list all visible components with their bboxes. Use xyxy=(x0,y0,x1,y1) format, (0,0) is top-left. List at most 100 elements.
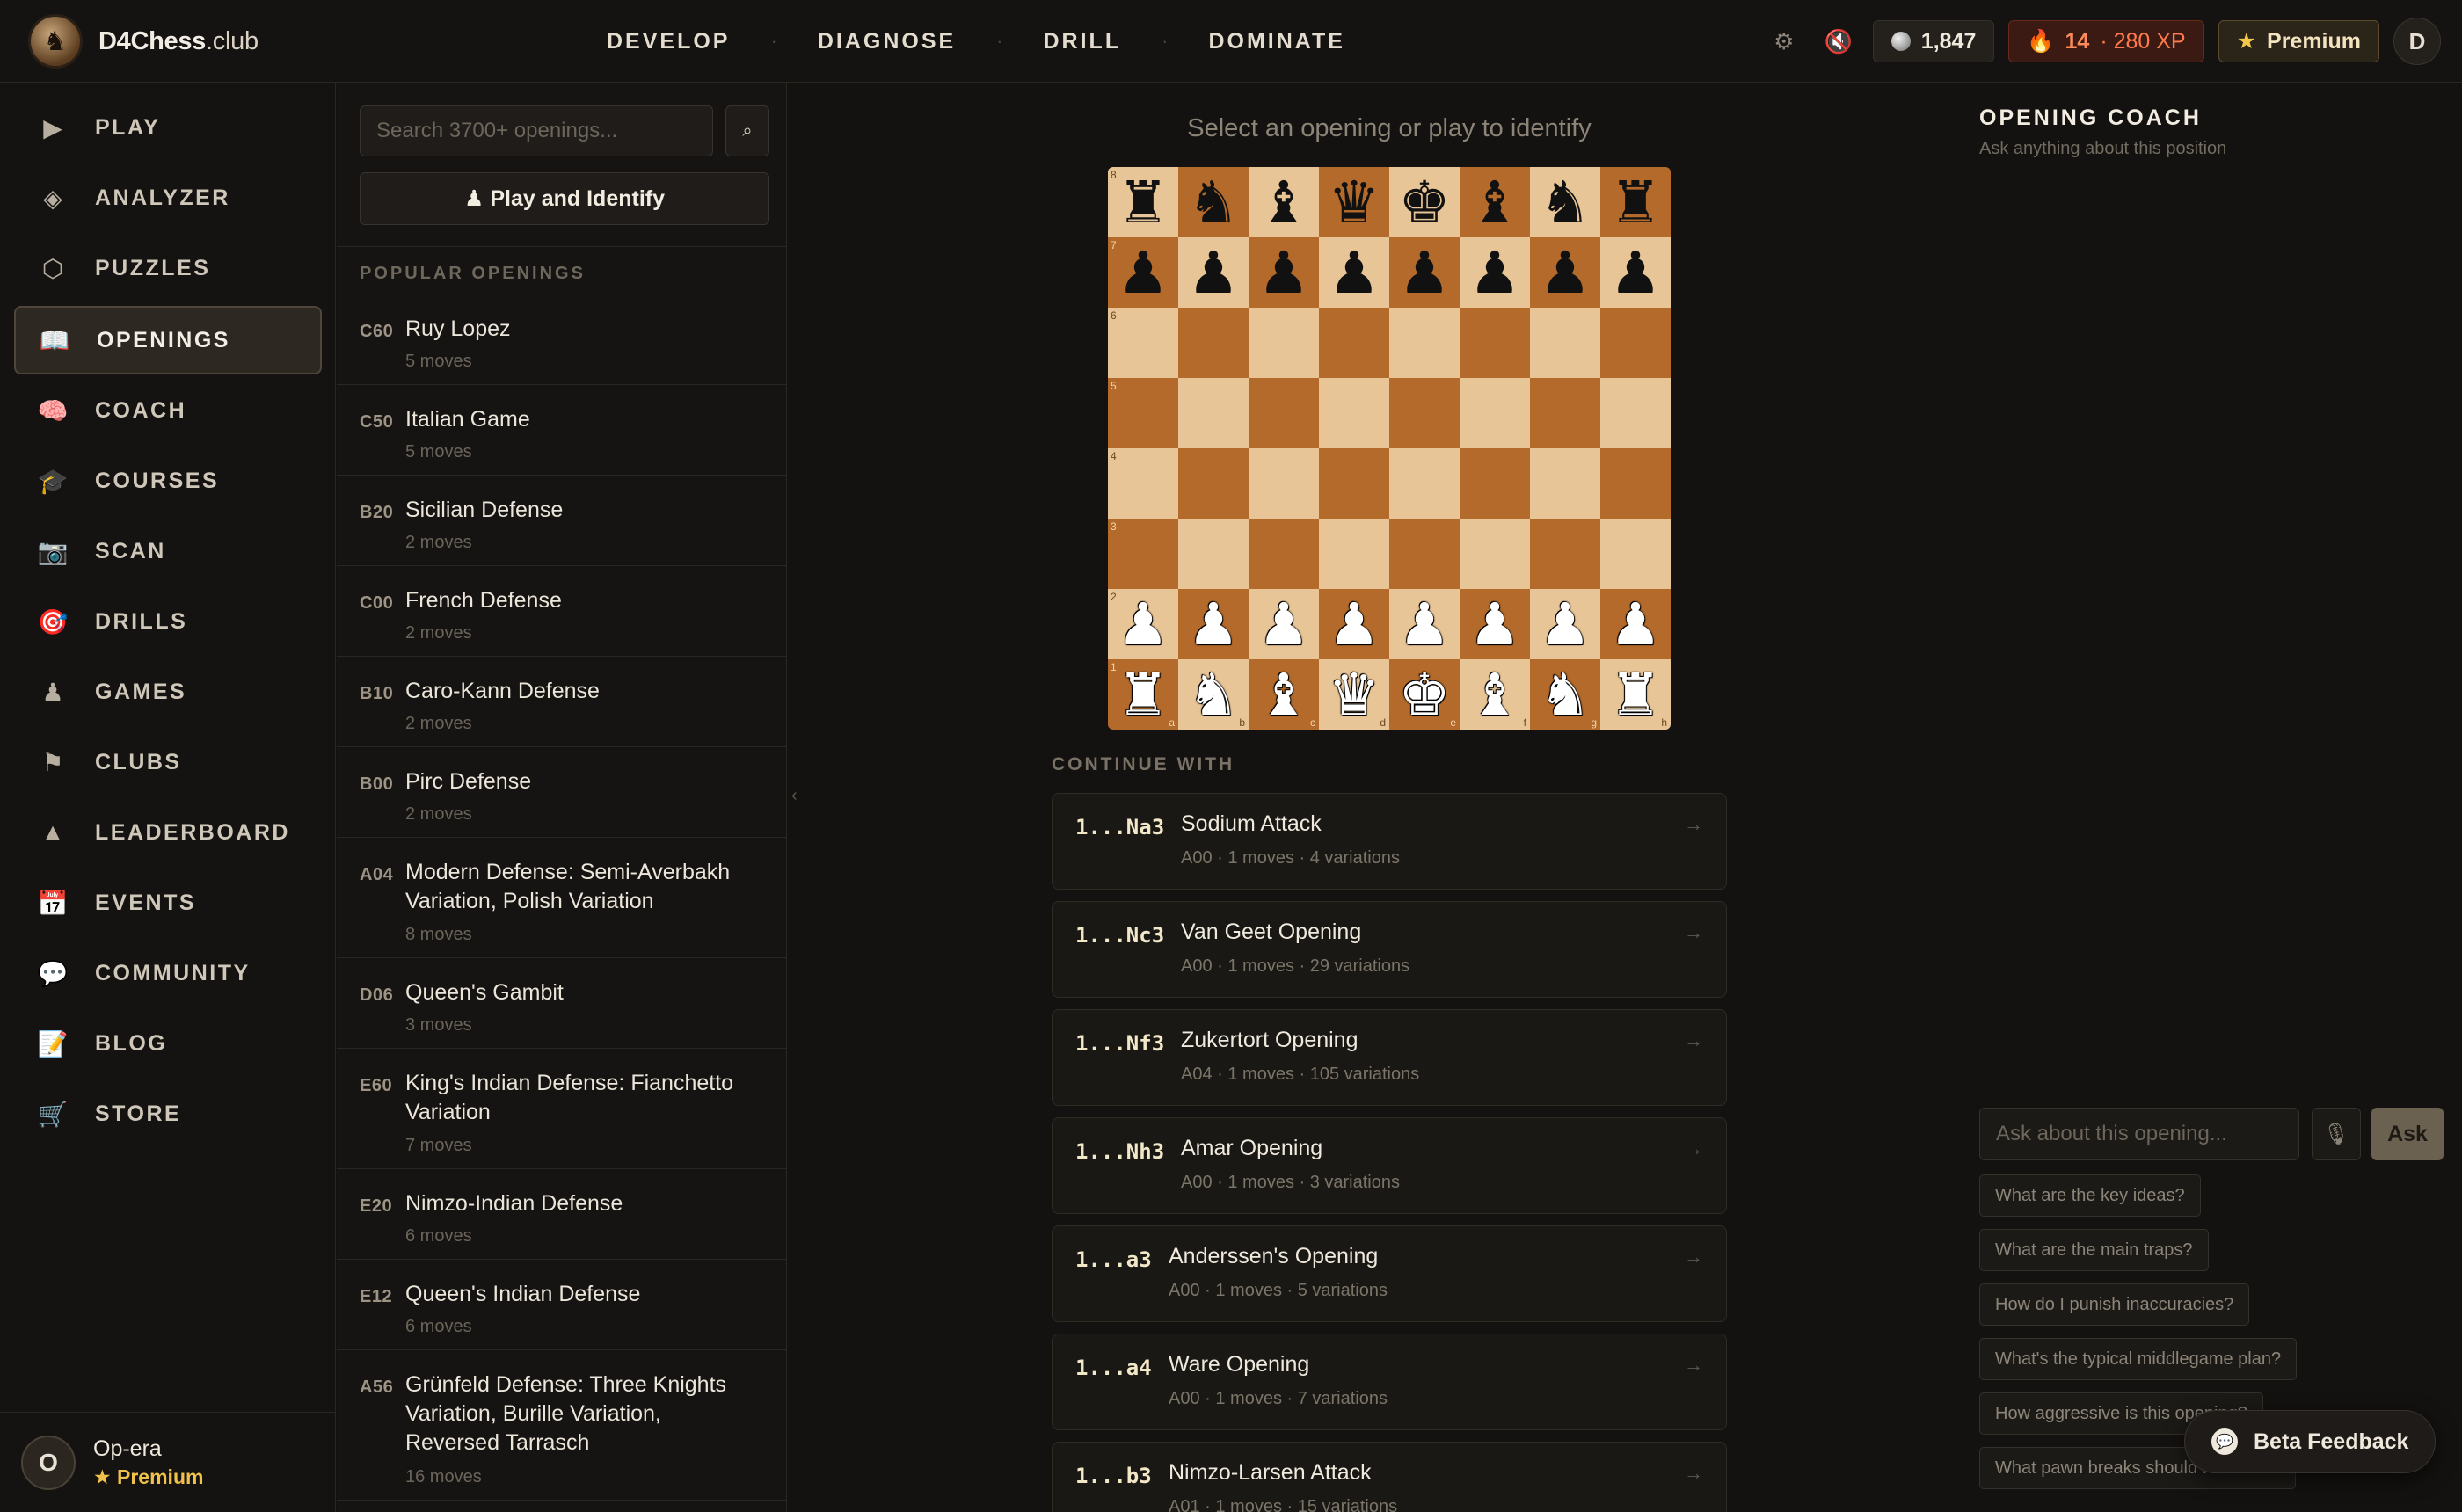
board-square-c3[interactable] xyxy=(1249,519,1319,589)
coach-suggestion-chip[interactable]: What are the main traps? xyxy=(1979,1229,2209,1271)
sidebar-item-play[interactable]: ▶ PLAY xyxy=(14,93,322,162)
board-square-b1[interactable]: ♞ b xyxy=(1178,659,1249,730)
board-square-d4[interactable] xyxy=(1319,448,1389,519)
sidebar-item-events[interactable]: 📅 EVENTS xyxy=(14,869,322,937)
opening-list-item[interactable]: E12 Queen's Indian Defense 6 moves xyxy=(337,1261,786,1350)
board-square-h2[interactable]: ♟ xyxy=(1600,589,1671,659)
board-square-a1[interactable]: ♜ 1 a xyxy=(1108,659,1178,730)
board-square-f5[interactable] xyxy=(1460,378,1530,448)
board-square-e7[interactable]: ♟ xyxy=(1389,237,1460,308)
board-square-a2[interactable]: ♟ 2 xyxy=(1108,589,1178,659)
board-square-h3[interactable] xyxy=(1600,519,1671,589)
board-square-d1[interactable]: ♛ d xyxy=(1319,659,1389,730)
play-and-identify-button[interactable]: ♟ Play and Identify xyxy=(360,172,769,225)
sidebar-user[interactable]: O Op-era ★ Premium xyxy=(0,1412,336,1512)
white-pawn-icon[interactable]: ♟ xyxy=(1609,595,1661,653)
sidebar-item-openings[interactable]: 📖 OPENINGS xyxy=(14,306,322,374)
board-square-g1[interactable]: ♞ g xyxy=(1530,659,1600,730)
white-rook-icon[interactable]: ♜ xyxy=(1609,665,1661,723)
sidebar-item-store[interactable]: 🛒 STORE xyxy=(14,1079,322,1148)
board-square-c4[interactable] xyxy=(1249,448,1319,519)
board-square-a5[interactable]: 5 xyxy=(1108,378,1178,448)
board-square-g2[interactable]: ♟ xyxy=(1530,589,1600,659)
board-square-c1[interactable]: ♝ c xyxy=(1249,659,1319,730)
board-square-b4[interactable] xyxy=(1178,448,1249,519)
opening-list-item[interactable]: C00 French Defense 2 moves xyxy=(337,567,786,657)
black-pawn-icon[interactable]: ♟ xyxy=(1117,244,1169,302)
black-queen-icon[interactable]: ♛ xyxy=(1328,173,1380,231)
sidebar-item-drills[interactable]: 🎯 DRILLS xyxy=(14,587,322,656)
nav-develop[interactable]: DEVELOP xyxy=(607,29,730,55)
black-knight-icon[interactable]: ♞ xyxy=(1187,173,1239,231)
board-square-c7[interactable]: ♟ xyxy=(1249,237,1319,308)
sidebar-item-games[interactable]: ♟ GAMES xyxy=(14,658,322,726)
black-king-icon[interactable]: ♚ xyxy=(1398,173,1450,231)
board-square-d8[interactable]: ♛ xyxy=(1319,167,1389,237)
continuation-card[interactable]: 1...b3 Nimzo-Larsen Attack A01 · 1 moves ·… xyxy=(1052,1442,1727,1512)
white-pawn-icon[interactable]: ♟ xyxy=(1398,595,1450,653)
board-square-c5[interactable] xyxy=(1249,378,1319,448)
white-pawn-icon[interactable]: ♟ xyxy=(1328,595,1380,653)
opening-search-input[interactable] xyxy=(360,105,713,156)
continuation-card[interactable]: 1...Nc3 Van Geet Opening A00 · 1 moves · 2… xyxy=(1052,901,1727,998)
board-square-a6[interactable]: 6 xyxy=(1108,308,1178,378)
sound-muted-icon[interactable]: 🔇 xyxy=(1818,21,1859,62)
board-square-b5[interactable] xyxy=(1178,378,1249,448)
board-square-b2[interactable]: ♟ xyxy=(1178,589,1249,659)
white-pawn-icon[interactable]: ♟ xyxy=(1539,595,1591,653)
opening-list-item[interactable]: B00 Pirc Defense 2 moves xyxy=(337,748,786,838)
board-square-c2[interactable]: ♟ xyxy=(1249,589,1319,659)
white-rook-icon[interactable]: ♜ xyxy=(1117,665,1169,723)
coach-suggestion-chip[interactable]: What's the typical middlegame plan? xyxy=(1979,1338,2298,1380)
board-square-a8[interactable]: ♜ 8 xyxy=(1108,167,1178,237)
board-square-b3[interactable] xyxy=(1178,519,1249,589)
coach-question-input[interactable] xyxy=(1979,1108,2299,1160)
logo[interactable]: ♞ D4Chess.club xyxy=(28,14,259,69)
black-pawn-icon[interactable]: ♟ xyxy=(1398,244,1450,302)
black-pawn-icon[interactable]: ♟ xyxy=(1187,244,1239,302)
board-square-c8[interactable]: ♝ xyxy=(1249,167,1319,237)
black-pawn-icon[interactable]: ♟ xyxy=(1468,244,1520,302)
board-square-h7[interactable]: ♟ xyxy=(1600,237,1671,308)
white-knight-icon[interactable]: ♞ xyxy=(1539,665,1591,723)
continuation-card[interactable]: 1...Nh3 Amar Opening A00 · 1 moves · 3 var… xyxy=(1052,1117,1727,1214)
board-square-a3[interactable]: 3 xyxy=(1108,519,1178,589)
white-bishop-icon[interactable]: ♝ xyxy=(1468,665,1520,723)
board-square-e2[interactable]: ♟ xyxy=(1389,589,1460,659)
opening-list-item[interactable]: D06 Queen's Gambit 3 moves xyxy=(337,959,786,1049)
board-square-f7[interactable]: ♟ xyxy=(1460,237,1530,308)
board-square-b7[interactable]: ♟ xyxy=(1178,237,1249,308)
board-square-f6[interactable] xyxy=(1460,308,1530,378)
black-pawn-icon[interactable]: ♟ xyxy=(1328,244,1380,302)
board-square-e8[interactable]: ♚ xyxy=(1389,167,1460,237)
white-queen-icon[interactable]: ♛ xyxy=(1328,665,1380,723)
board-square-f2[interactable]: ♟ xyxy=(1460,589,1530,659)
continuation-card[interactable]: 1...a3 Anderssen's Opening A00 · 1 moves ·… xyxy=(1052,1225,1727,1322)
beta-feedback-button[interactable]: 💬 Beta Feedback xyxy=(2184,1410,2437,1473)
microphone-button[interactable]: 🎙 xyxy=(2312,1108,2361,1160)
board-square-h6[interactable] xyxy=(1600,308,1671,378)
collapse-panel-chevron-icon[interactable]: ‹ xyxy=(791,786,798,806)
opening-list-item[interactable]: B10 Caro-Kann Defense 2 moves xyxy=(337,658,786,747)
white-pawn-icon[interactable]: ♟ xyxy=(1187,595,1239,653)
board-square-a7[interactable]: ♟ 7 xyxy=(1108,237,1178,308)
board-square-f3[interactable] xyxy=(1460,519,1530,589)
board-square-g7[interactable]: ♟ xyxy=(1530,237,1600,308)
board-square-e5[interactable] xyxy=(1389,378,1460,448)
board-square-b6[interactable] xyxy=(1178,308,1249,378)
sidebar-item-coach[interactable]: 🧠 COACH xyxy=(14,376,322,445)
opening-list-item[interactable]: A04 Modern Defense: Semi-Averbakh Variati… xyxy=(337,839,786,958)
opening-list-item[interactable]: B20 Sicilian Defense 2 moves xyxy=(337,476,786,566)
board-square-d7[interactable]: ♟ xyxy=(1319,237,1389,308)
board-square-d2[interactable]: ♟ xyxy=(1319,589,1389,659)
sidebar-item-leaderboard[interactable]: ▲ LEADERBOARD xyxy=(14,798,322,867)
board-square-g8[interactable]: ♞ xyxy=(1530,167,1600,237)
nav-dominate[interactable]: DOMINATE xyxy=(1208,29,1344,55)
sidebar-item-blog[interactable]: 📝 BLOG xyxy=(14,1009,322,1078)
white-king-icon[interactable]: ♚ xyxy=(1398,665,1450,723)
board-square-e3[interactable] xyxy=(1389,519,1460,589)
user-avatar[interactable]: D xyxy=(2393,18,2441,65)
white-pawn-icon[interactable]: ♟ xyxy=(1257,595,1309,653)
nav-diagnose[interactable]: DIAGNOSE xyxy=(818,29,956,55)
board-square-g3[interactable] xyxy=(1530,519,1600,589)
